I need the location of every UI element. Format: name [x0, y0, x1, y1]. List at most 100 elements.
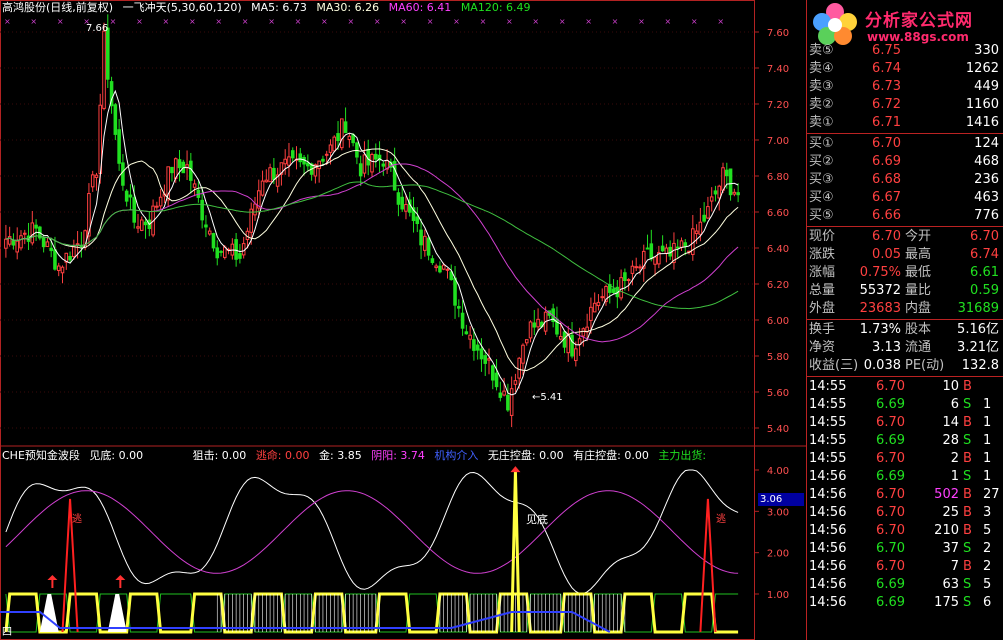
candle-body — [532, 322, 537, 328]
sub-bottom-label: 四 — [2, 627, 12, 638]
quote-row: 外盘 23683 内盘 31689 — [807, 300, 1003, 318]
main-chart-header: 高鸿股份(日线,前复权) 一飞冲天(5,30,60,120) MA5: 6.73… — [2, 1, 537, 15]
price-axis-label: 6.60 — [767, 208, 789, 219]
signal-marker: × — [374, 17, 381, 26]
sell-level-row: 卖② 6.72 1160 — [807, 96, 1003, 114]
candle-body — [249, 208, 254, 233]
tick-direction: S — [963, 595, 972, 610]
candle-body — [498, 392, 503, 398]
candle-body — [536, 318, 540, 328]
price-axis: 7.60 7.40 7.20 7.00 6.80 6.60 6.40 6.20 6.00 5.80… — [754, 28, 789, 601]
signal-marker: × — [559, 17, 566, 26]
candle-body — [396, 192, 401, 205]
candle-body — [626, 279, 631, 282]
indicator-name[interactable]: 一飞冲天(5,30,60,120) — [123, 1, 242, 14]
candle-body — [253, 203, 257, 216]
panel-divider — [807, 376, 1003, 377]
candle-body — [619, 277, 623, 299]
signal-marker: × — [427, 17, 434, 26]
sell-level-row: 卖④ 6.74 1262 — [807, 60, 1003, 78]
candle-body — [343, 121, 348, 134]
tick-volume: 25 — [942, 505, 959, 520]
ma30-value: MA30: 6.26 — [316, 1, 380, 14]
tick-count: 1 — [983, 451, 992, 466]
tick-direction: B — [963, 487, 972, 502]
tick-row: 14:55 6.69 28 S 1 — [807, 432, 1003, 450]
quote-row: 现价 6.70 今开 6.70 — [807, 228, 1003, 246]
tick-direction: S — [963, 433, 972, 448]
candle-body — [517, 357, 521, 379]
signal-marker: × — [400, 17, 407, 26]
quote-row: 涨跌 0.05 最高 6.74 — [807, 246, 1003, 264]
buy-level-row: 买⑤ 6.66 776 — [807, 207, 1003, 225]
tick-direction: B — [963, 559, 972, 574]
quote-row: 总量 55372 量比 0.59 — [807, 282, 1003, 300]
buy-level-label: 买⑤ — [809, 208, 834, 223]
tick-price: 6.70 — [876, 523, 905, 538]
signal-marker: × — [638, 17, 645, 26]
candle-body — [683, 242, 688, 247]
stock-title[interactable]: 高鸿股份(日线,前复权) — [2, 1, 113, 14]
kline-chart-canvas[interactable]: × × × × × × × × × × × × × × × × × × × × × × × × × × × × 7.607.407.2… — [0, 0, 806, 640]
candle-body — [679, 240, 684, 248]
tick-volume: 10 — [942, 379, 959, 394]
tick-time: 14:56 — [809, 505, 847, 520]
candle-body — [438, 265, 442, 273]
tick-direction: B — [963, 379, 972, 394]
jiandi-label: 见底 — [526, 513, 548, 526]
tick-row: 14:55 6.70 10 B — [807, 378, 1003, 396]
fundamental-value: 0.038 — [863, 358, 901, 373]
signal-marker: × — [57, 17, 64, 26]
candle-body — [158, 196, 163, 207]
yinyang-value: 阴阳: 3.74 — [371, 449, 425, 462]
tick-count: 1 — [983, 397, 992, 412]
candle-body — [373, 153, 378, 160]
up-arrow-icon — [47, 575, 58, 580]
candle-body — [506, 394, 510, 411]
candle-body — [502, 390, 506, 396]
signal-marker: × — [717, 17, 724, 26]
tick-row: 14:56 6.70 37 S 2 — [807, 540, 1003, 558]
sell-level-label: 卖④ — [809, 61, 834, 76]
candle-body — [464, 331, 469, 335]
sub-white-block — [107, 594, 127, 632]
price-axis-label: 7.60 — [767, 28, 789, 39]
fundamental-label: 股本 — [905, 322, 932, 337]
signal-marker: × — [321, 17, 328, 26]
tick-count: 5 — [983, 523, 992, 538]
candle-body — [215, 247, 220, 259]
quote-value: 6.70 — [970, 229, 999, 244]
candle-body — [260, 180, 265, 196]
jin-value: 金: 3.85 — [319, 449, 362, 462]
signal-marker: × — [691, 17, 698, 26]
candle-body — [728, 168, 733, 196]
candle-body — [102, 30, 106, 109]
candle-body — [19, 235, 23, 249]
candle-body — [589, 306, 593, 321]
tick-price: 6.69 — [876, 433, 905, 448]
quote-label: 涨跌 — [809, 247, 836, 262]
sub-indicator-name[interactable]: CHE预知金波段 — [2, 449, 80, 462]
sub-chart-header: CHE预知金波段 见底: 0.00 狙击: 0.00 逃命: 0.00 金: 3… — [2, 449, 712, 463]
candle-body — [634, 266, 638, 269]
candle-body — [441, 264, 446, 270]
price-axis-label: 6.80 — [767, 172, 789, 183]
candle-body — [117, 129, 121, 164]
signal-marker: × — [347, 17, 354, 26]
candle-body — [694, 230, 699, 234]
tick-direction: B — [963, 505, 972, 520]
candle-body — [664, 247, 669, 254]
candle-body — [90, 174, 95, 188]
kline-chart-area[interactable]: × × × × × × × × × × × × × × × × × × × × × × × × × × × × 7.60 7.40 7.2… — [0, 0, 806, 640]
sell-level-label: 卖② — [809, 97, 834, 112]
signal-marker: × — [215, 17, 222, 26]
candle-body — [660, 245, 665, 252]
candle-body — [332, 136, 337, 152]
candle-body — [347, 135, 352, 141]
signal-marker: × — [532, 17, 539, 26]
signal-marker: × — [163, 17, 170, 26]
candle-body — [223, 246, 227, 258]
candle-body — [736, 192, 740, 196]
buy-level-label: 买② — [809, 154, 834, 169]
sell-level-row: 卖⑤ 6.75 330 — [807, 42, 1003, 60]
